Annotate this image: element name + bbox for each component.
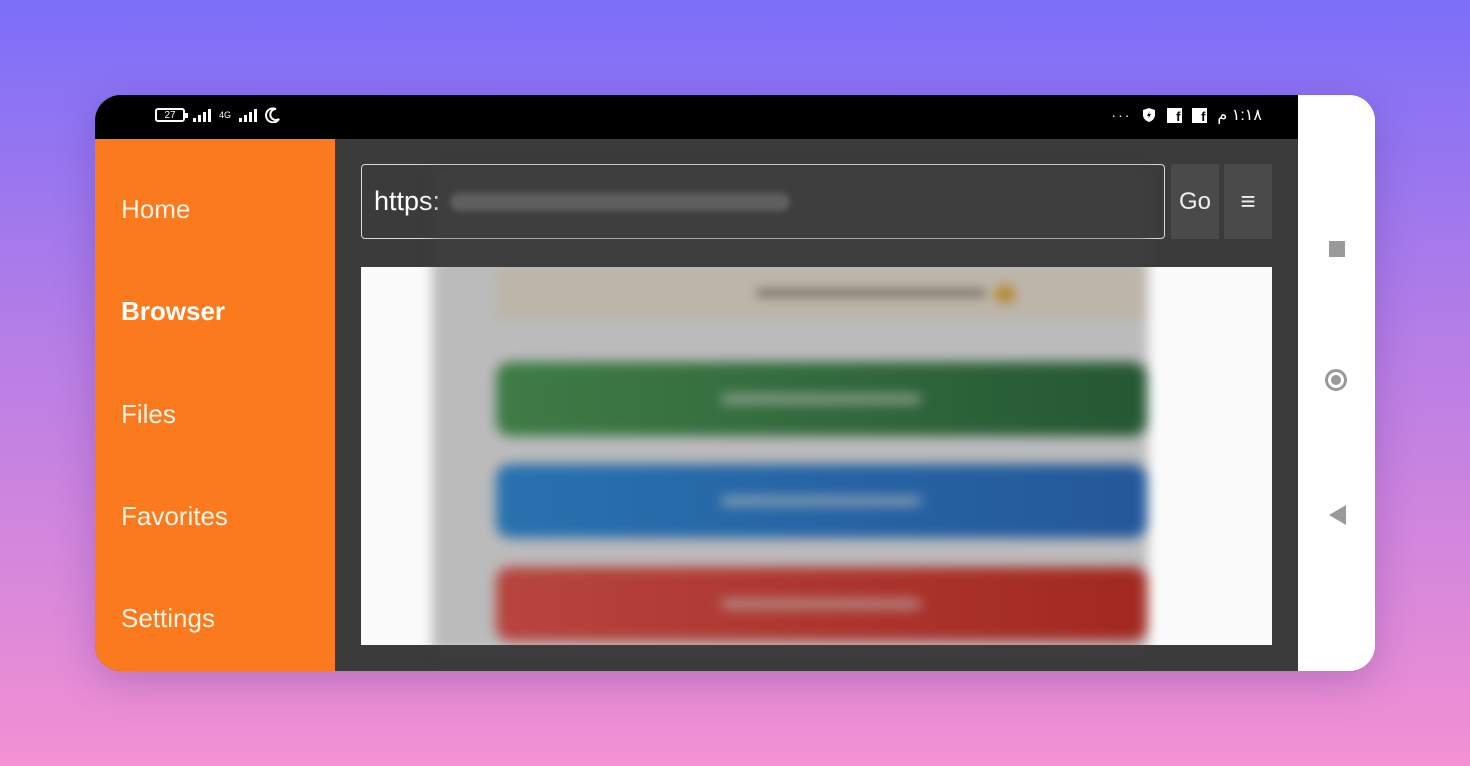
network-type: 4G: [219, 109, 232, 120]
shield-icon: [1143, 108, 1156, 122]
url-text: https:: [374, 186, 441, 216]
status-left: 27 4G: [155, 107, 281, 123]
status-bar: 27 4G ··· f f ١:١٨ م: [95, 95, 1298, 139]
do-not-disturb-icon: [265, 107, 280, 123]
sidebar-item-browser[interactable]: Browser: [121, 296, 225, 327]
home-icon[interactable]: [1325, 369, 1347, 391]
facebook-icon: f: [1167, 107, 1183, 123]
facebook-2-icon: f: [1192, 107, 1208, 123]
sidebar-item-home[interactable]: Home: [121, 194, 190, 225]
back-icon[interactable]: [1329, 505, 1346, 525]
sidebar: Home Browser Files Favorites Settings: [95, 139, 335, 671]
go-button[interactable]: Go: [1171, 164, 1219, 239]
more-icon: ···: [1111, 107, 1132, 123]
signal-2-icon: [239, 108, 258, 122]
recent-apps-icon[interactable]: [1329, 241, 1345, 257]
clock: ١:١٨ م: [1217, 107, 1262, 124]
phone-frame: 27 4G ··· f f ١:١٨ م Home Browser Files …: [95, 95, 1375, 671]
status-right: ··· f f ١:١٨ م: [1111, 105, 1262, 125]
sidebar-item-files[interactable]: Files: [121, 399, 176, 430]
sidebar-item-favorites[interactable]: Favorites: [121, 501, 228, 532]
sidebar-item-settings[interactable]: Settings: [121, 603, 215, 634]
menu-icon[interactable]: ≡: [1224, 164, 1272, 239]
browser-panel: https: Go ≡: [335, 139, 1298, 671]
signal-icon: [193, 108, 211, 122]
battery-icon: 27: [155, 108, 188, 122]
system-nav-bar: [1298, 95, 1375, 671]
privacy-blur: [432, 167, 1148, 652]
phone-screen: 27 4G ··· f f ١:١٨ م Home Browser Files …: [95, 95, 1298, 671]
battery-level: 27: [164, 109, 176, 121]
